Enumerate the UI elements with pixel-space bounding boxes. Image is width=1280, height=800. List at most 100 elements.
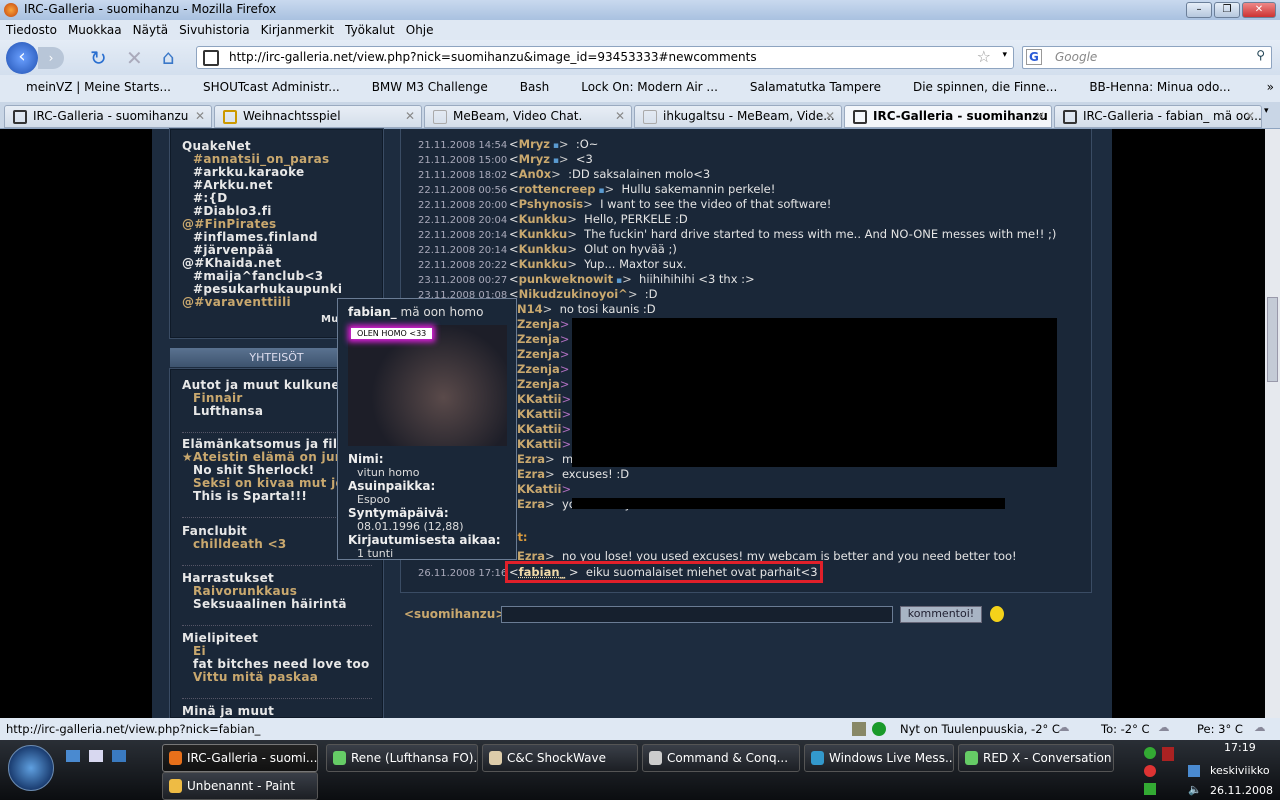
bookmark-star-icon[interactable]: ☆ xyxy=(977,47,991,66)
clock-date[interactable]: 26.11.2008 xyxy=(1210,784,1273,797)
nick-link[interactable]: KKattii xyxy=(517,392,561,406)
nick-link[interactable]: KKattii xyxy=(517,437,561,451)
volume-icon[interactable]: 🔈 xyxy=(1188,783,1202,796)
url-dropdown-icon[interactable]: ▾ xyxy=(1002,50,1007,60)
nick-link[interactable]: N14 xyxy=(517,302,543,316)
search-input[interactable]: G Google ⚲ xyxy=(1022,46,1272,69)
community-link[interactable]: Seksi on kivaa mut jo xyxy=(193,476,344,490)
nick-link[interactable]: KKattii xyxy=(517,407,561,421)
tab[interactable]: MeBeam, Video Chat. ✕ xyxy=(424,105,632,128)
tab[interactable]: IRC-Galleria - suomihanzu ✕ xyxy=(4,105,212,128)
menu-edit[interactable]: Muokkaa xyxy=(68,23,122,37)
search-icon[interactable]: ⚲ xyxy=(1256,48,1265,62)
tray-icon[interactable] xyxy=(1144,765,1156,777)
bookmark-item[interactable]: SHOUTcast Administr... xyxy=(185,80,340,97)
reload-icon[interactable]: ↻ xyxy=(90,46,107,70)
back-button[interactable]: ‹ xyxy=(6,42,38,74)
tab-close-icon[interactable]: ✕ xyxy=(1035,109,1045,123)
tab[interactable]: IRC-Galleria - fabian_ mä oo... ✕ xyxy=(1054,105,1262,128)
close-button[interactable]: ✕ xyxy=(1242,2,1276,18)
nick-link[interactable]: Mryz xyxy=(519,137,550,151)
bookmark-item[interactable]: BMW M3 Challenge xyxy=(354,80,488,97)
channel-link[interactable]: @#varaventtiili xyxy=(182,295,291,309)
nick-link[interactable]: Zzenja xyxy=(517,317,560,331)
channel-link[interactable]: #maija^fanclub<3 xyxy=(193,269,323,283)
taskbar-button[interactable]: IRC-Galleria - suomi... xyxy=(162,744,318,772)
home-icon[interactable]: ⌂ xyxy=(162,45,175,69)
nick-link[interactable]: Ezra xyxy=(517,452,545,466)
nick-link[interactable]: Kunkku xyxy=(519,212,568,226)
tab[interactable]: ihkugaltsu - MeBeam, Vide... ✕ xyxy=(634,105,842,128)
channel-link[interactable]: #annatsii_on_paras xyxy=(193,152,329,166)
nick-link[interactable]: punkweknowit xyxy=(519,272,613,286)
taskbar-button[interactable]: Windows Live Mess... xyxy=(804,744,954,772)
channel-link[interactable]: #Diablo3.fi xyxy=(193,204,272,218)
nick-link[interactable]: An0x xyxy=(519,167,552,181)
bookmark-item[interactable]: Die spinnen, die Finne... xyxy=(895,80,1057,97)
tab-close-icon[interactable]: ✕ xyxy=(1245,109,1255,123)
nick-link[interactable]: Pshynosis xyxy=(519,197,583,211)
minimize-button[interactable]: – xyxy=(1186,2,1212,18)
tab-close-icon[interactable]: ✕ xyxy=(405,109,415,123)
tray-icon[interactable] xyxy=(1144,783,1156,795)
menu-history[interactable]: Sivuhistoria xyxy=(179,23,250,37)
community-link[interactable]: Lufthansa xyxy=(193,404,263,418)
comment-input[interactable] xyxy=(501,606,893,623)
bookmark-item[interactable]: Bash xyxy=(502,80,549,97)
channel-link[interactable]: #järvenpää xyxy=(193,243,273,257)
community-link[interactable]: Vittu mitä paskaa xyxy=(193,670,318,684)
bookmark-item[interactable]: Lock On: Modern Air ... xyxy=(563,80,718,97)
nick-link[interactable]: Kunkku xyxy=(519,227,568,241)
menu-tools[interactable]: Työkalut xyxy=(345,23,395,37)
nick-link[interactable]: Kunkku xyxy=(519,257,568,271)
clock-time[interactable]: 17:19 xyxy=(1224,741,1256,754)
tray-icon[interactable] xyxy=(1162,747,1174,761)
channel-link[interactable]: #inflames.finland xyxy=(193,230,318,244)
taskbar-button[interactable]: Unbenannt - Paint xyxy=(162,772,318,800)
show-desktop-icon[interactable] xyxy=(66,750,80,762)
nick-link[interactable]: KKattii xyxy=(517,422,561,436)
comment-submit-button[interactable]: kommentoi! xyxy=(900,606,982,623)
nick-link[interactable]: Ezra xyxy=(517,467,545,481)
menu-help[interactable]: Ohje xyxy=(406,23,434,37)
scrollbar-thumb[interactable] xyxy=(1267,297,1278,382)
community-link[interactable]: Finnair xyxy=(193,391,243,405)
tab-close-icon[interactable]: ✕ xyxy=(615,109,625,123)
url-input[interactable]: http://irc-galleria.net/view.php?nick=su… xyxy=(196,46,1014,69)
restore-button[interactable]: ❐ xyxy=(1214,2,1240,18)
channel-link[interactable]: #arkku.karaoke xyxy=(193,165,304,179)
channel-link[interactable]: #Arkku.net xyxy=(193,178,273,192)
nick-link[interactable]: Zzenja xyxy=(517,377,560,391)
channel-link[interactable]: #pesukarhukaupunki xyxy=(193,282,342,296)
network-icon[interactable] xyxy=(1188,765,1200,777)
quicklaunch-icon[interactable] xyxy=(89,750,103,762)
tab-close-icon[interactable]: ✕ xyxy=(195,109,205,123)
tab-active[interactable]: IRC-Galleria - suomihanzu ✕ xyxy=(844,105,1052,128)
bookmark-item[interactable]: meinVZ | Meine Starts... xyxy=(6,80,171,97)
messenger-tray-icon[interactable] xyxy=(1144,747,1156,759)
community-link[interactable]: Raivorunkkaus xyxy=(193,584,297,598)
tab[interactable]: Weihnachtsspiel ✕ xyxy=(214,105,422,128)
community-link[interactable]: No shit Sherlock! xyxy=(193,463,314,477)
nick-link[interactable]: Zzenja xyxy=(517,362,560,376)
nick-link[interactable]: Mryz xyxy=(519,152,550,166)
tab-close-icon[interactable]: ✕ xyxy=(825,109,835,123)
nick-link[interactable]: Zzenja xyxy=(517,332,560,346)
tab-list-button[interactable]: ▾ xyxy=(1264,106,1269,116)
community-link[interactable]: fat bitches need love too xyxy=(193,657,370,671)
nick-link[interactable]: Kunkku xyxy=(519,242,568,256)
smiley-icon[interactable] xyxy=(990,606,1004,622)
google-engine-icon[interactable]: G xyxy=(1026,49,1042,65)
menu-bookmarks[interactable]: Kirjanmerkit xyxy=(261,23,334,37)
start-button[interactable] xyxy=(8,745,54,791)
bookmark-item[interactable]: Salamatutka Tampere xyxy=(732,80,881,97)
community-link[interactable]: Seksuaalinen häirintä xyxy=(193,597,347,611)
switch-windows-icon[interactable] xyxy=(112,750,126,762)
scrollbar[interactable] xyxy=(1265,129,1280,718)
taskbar-button[interactable]: C&C ShockWave xyxy=(482,744,638,772)
channel-link[interactable]: @#FinPirates xyxy=(182,217,276,231)
nick-link[interactable]: rottencreep xyxy=(519,182,596,196)
nick-link[interactable]: Ezra xyxy=(517,497,545,511)
stop-icon[interactable]: ✕ xyxy=(126,46,143,70)
taskbar-button[interactable]: RED X - Conversation xyxy=(958,744,1114,772)
